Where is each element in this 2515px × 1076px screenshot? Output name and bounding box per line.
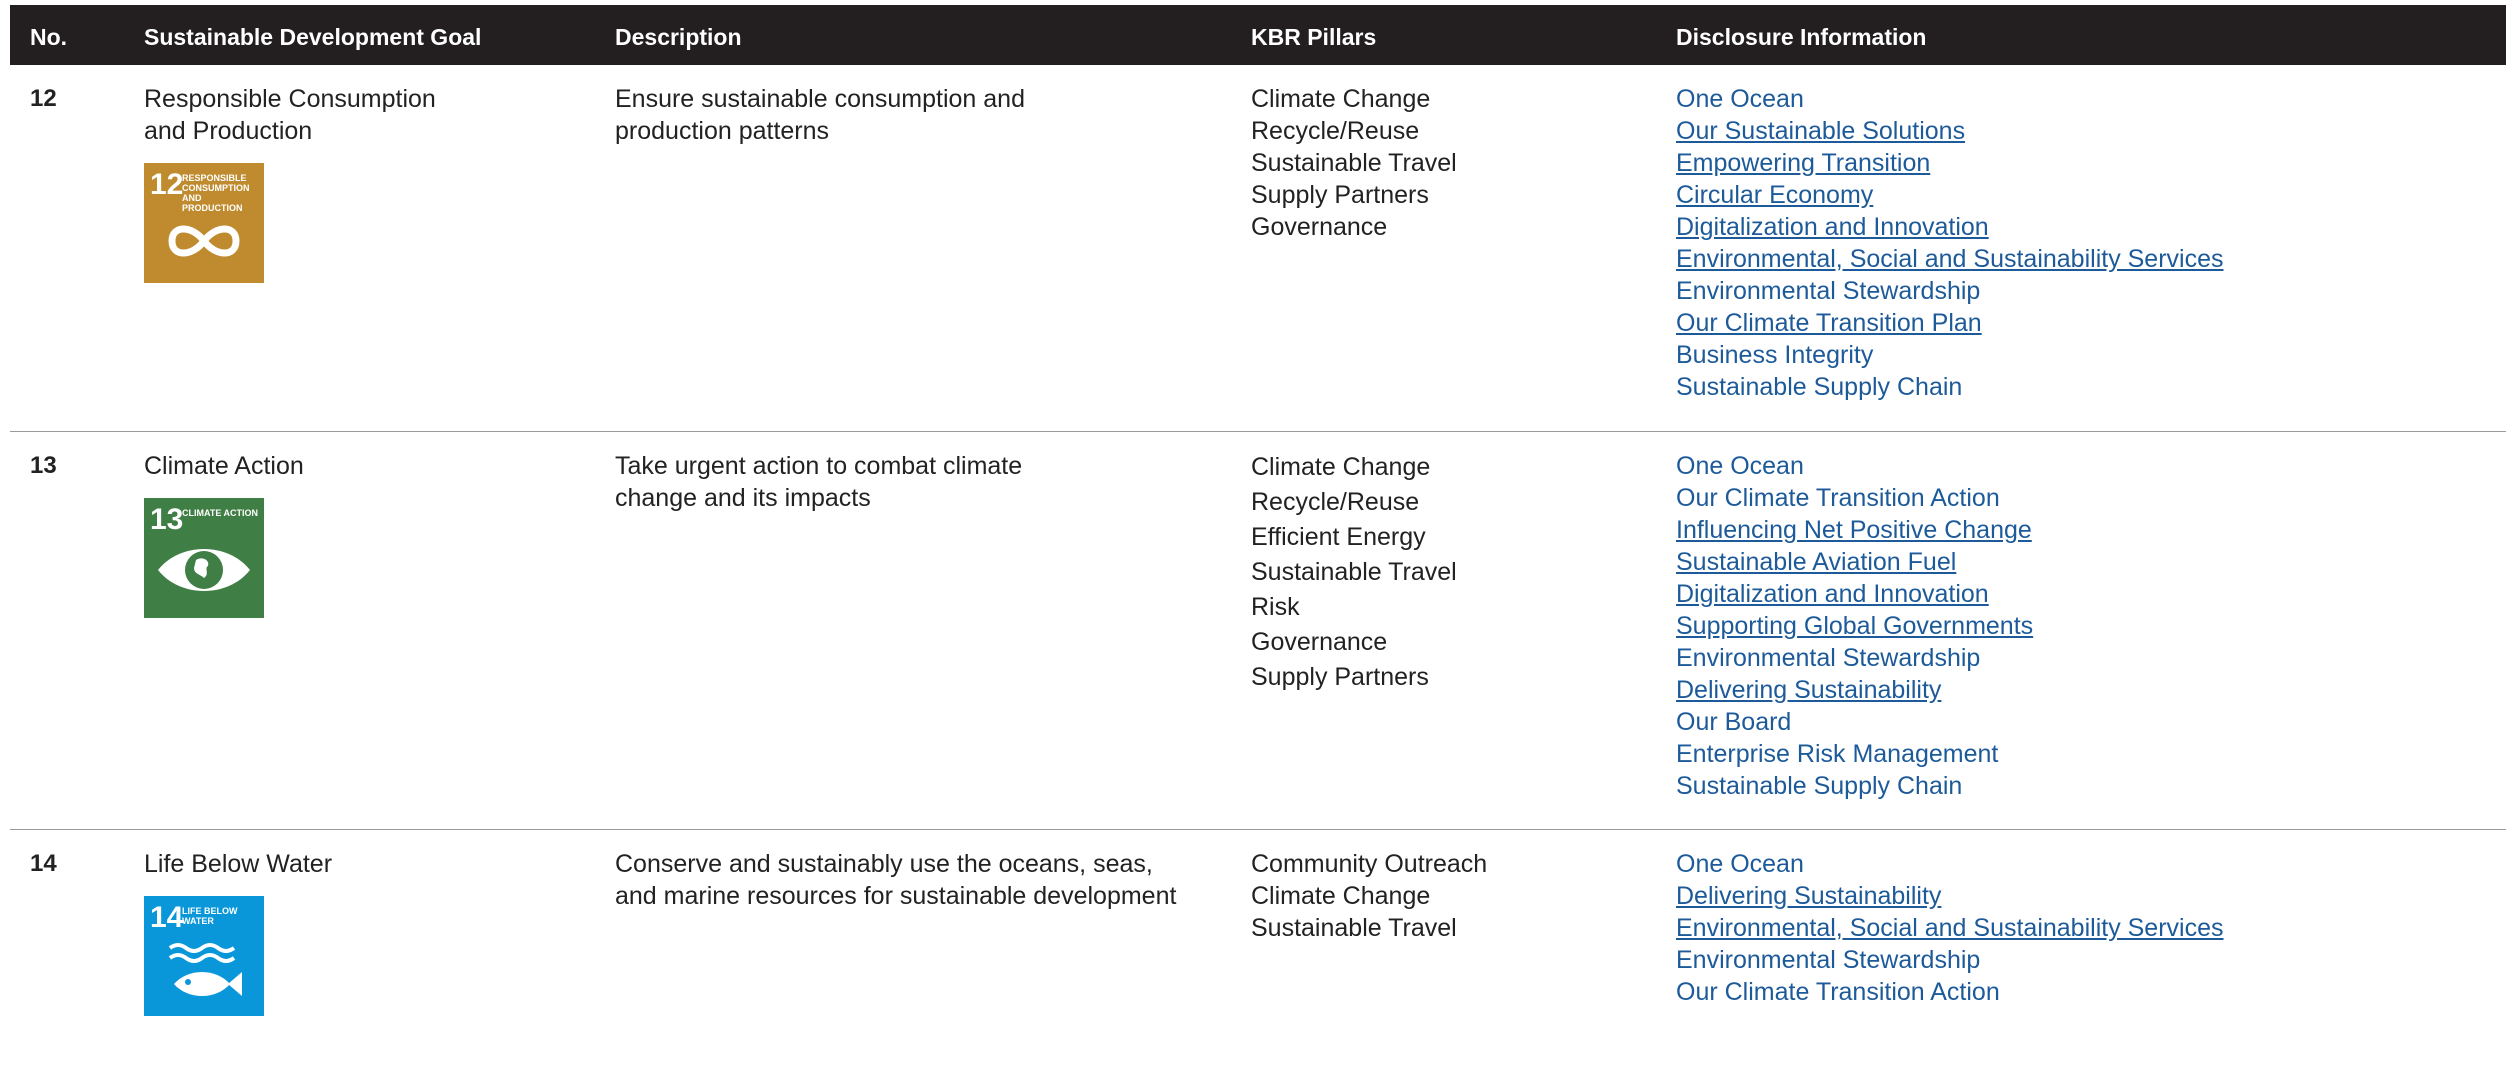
row-number: 13 <box>30 452 57 479</box>
goal-cell: Climate Action 13 CLIMATE ACTION <box>144 450 504 618</box>
disclosure-link[interactable]: Empowering Transition <box>1676 147 2224 179</box>
row-number: 12 <box>30 85 57 112</box>
pillar-item: Efficient Energy <box>1251 523 1426 551</box>
disclosure-link[interactable]: Digitalization and Innovation <box>1676 578 2033 610</box>
disclosure-link[interactable]: Our Board <box>1676 706 2033 738</box>
disclosure-link[interactable]: Enterprise Risk Management <box>1676 738 2033 770</box>
disclosure-link[interactable]: Our Climate Transition Action <box>1676 976 2224 1008</box>
goal-title: Climate Action <box>144 452 304 480</box>
infinity-icon <box>168 225 240 257</box>
disclosure-link[interactable]: Delivering Sustainability <box>1676 674 2033 706</box>
life-below-water-icon: 14 LIFE BELOW WATER <box>144 896 264 1016</box>
pillar-item: Sustainable Travel <box>1251 149 1457 177</box>
goal-title-cont: and Production <box>144 117 313 145</box>
description-cell: Ensure sustainable consumption and produ… <box>615 83 1245 147</box>
climate-action-icon: 13 CLIMATE ACTION <box>144 498 264 618</box>
disclosure-link[interactable]: One Ocean <box>1676 450 2033 482</box>
pillars-cell: Climate Change Recycle/Reuse Sustainable… <box>1251 83 1457 243</box>
goal-cell: Life Below Water 14 LIFE BELOW WATER <box>144 848 504 1016</box>
disclosure-link[interactable]: Sustainable Supply Chain <box>1676 371 2224 403</box>
header-description: Description <box>615 24 742 50</box>
pillar-item: Governance <box>1251 628 1388 656</box>
header-pillars: KBR Pillars <box>1251 24 1377 50</box>
header-goal: Sustainable Development Goal <box>144 24 482 50</box>
description-cell: Conserve and sustainably use the oceans,… <box>615 848 1245 912</box>
pillar-item: Recycle/Reuse <box>1251 117 1420 145</box>
pillar-item: Recycle/Reuse <box>1251 488 1420 516</box>
goal-cell: Responsible Consumption and Production 1… <box>144 83 504 283</box>
pillars-cell: Climate Change Recycle/Reuse Efficient E… <box>1251 450 1457 695</box>
description-line: production patterns <box>615 117 830 145</box>
disclosure-link[interactable]: Environmental Stewardship <box>1676 275 2224 307</box>
goal-title: Responsible Consumption <box>144 85 436 113</box>
pillar-item: Climate Change <box>1251 453 1431 481</box>
description-line: change and its impacts <box>615 484 871 512</box>
pillar-item: Sustainable Travel <box>1251 558 1457 586</box>
pillars-cell: Community Outreach Climate Change Sustai… <box>1251 848 1487 944</box>
pillar-item: Sustainable Travel <box>1251 914 1457 942</box>
row-number: 14 <box>30 850 57 877</box>
description-line: Ensure sustainable consumption and <box>615 85 1025 113</box>
disclosure-link[interactable]: One Ocean <box>1676 83 2224 115</box>
fish-waves-icon <box>168 943 242 996</box>
goal-title: Life Below Water <box>144 850 333 878</box>
header-disclosure: Disclosure Information <box>1676 24 1927 50</box>
pillar-item: Supply Partners <box>1251 663 1429 691</box>
disclosure-link[interactable]: Environmental, Social and Sustainability… <box>1676 243 2224 275</box>
disclosure-link[interactable]: Sustainable Aviation Fuel <box>1676 546 2033 578</box>
table-row: 12 Responsible Consumption and Productio… <box>10 65 2506 432</box>
responsible-consumption-icon: 12 RESPONSIBLE CONSUMPTION AND PRODUCTIO… <box>144 163 264 283</box>
disclosure-link[interactable]: One Ocean <box>1676 848 2224 880</box>
disclosure-link[interactable]: Our Climate Transition Plan <box>1676 307 2224 339</box>
disclosure-link[interactable]: Supporting Global Governments <box>1676 610 2033 642</box>
disclosure-link[interactable]: Environmental, Social and Sustainability… <box>1676 912 2224 944</box>
table-header: No. Sustainable Development Goal Descrip… <box>10 5 2506 65</box>
pillar-item: Risk <box>1251 593 1300 621</box>
description-line: and marine resources for sustainable dev… <box>615 882 1177 910</box>
disclosure-cell: One Ocean Our Sustainable Solutions Empo… <box>1676 83 2224 403</box>
disclosure-cell: One Ocean Our Climate Transition Action … <box>1676 450 2033 802</box>
sdg-table: No. Sustainable Development Goal Descrip… <box>10 5 2506 1050</box>
table-row: 13 Climate Action 13 CLIMATE ACTION Take… <box>10 432 2506 830</box>
disclosure-link[interactable]: Circular Economy <box>1676 179 2224 211</box>
disclosure-link[interactable]: Business Integrity <box>1676 339 2224 371</box>
disclosure-link[interactable]: Environmental Stewardship <box>1676 642 2033 674</box>
description-line: Take urgent action to combat climate <box>615 452 1023 480</box>
pillar-item: Supply Partners <box>1251 181 1429 209</box>
disclosure-link[interactable]: Our Sustainable Solutions <box>1676 115 2224 147</box>
disclosure-link[interactable]: Our Climate Transition Action <box>1676 482 2033 514</box>
disclosure-link[interactable]: Sustainable Supply Chain <box>1676 770 2033 802</box>
table-row: 14 Life Below Water 14 LIFE BELOW WATER … <box>10 830 2506 1050</box>
disclosure-link[interactable]: Delivering Sustainability <box>1676 880 2224 912</box>
disclosure-cell: One Ocean Delivering Sustainability Envi… <box>1676 848 2224 1008</box>
description-cell: Take urgent action to combat climate cha… <box>615 450 1245 514</box>
disclosure-link[interactable]: Influencing Net Positive Change <box>1676 514 2033 546</box>
pillar-item: Climate Change <box>1251 882 1431 910</box>
pillar-item: Community Outreach <box>1251 850 1488 878</box>
description-line: Conserve and sustainably use the oceans,… <box>615 850 1153 878</box>
pillar-item: Governance <box>1251 213 1388 241</box>
disclosure-link[interactable]: Environmental Stewardship <box>1676 944 2224 976</box>
disclosure-link[interactable]: Digitalization and Innovation <box>1676 211 2224 243</box>
eye-globe-icon <box>158 549 250 591</box>
pillar-item: Climate Change <box>1251 85 1431 113</box>
header-no: No. <box>30 24 68 50</box>
